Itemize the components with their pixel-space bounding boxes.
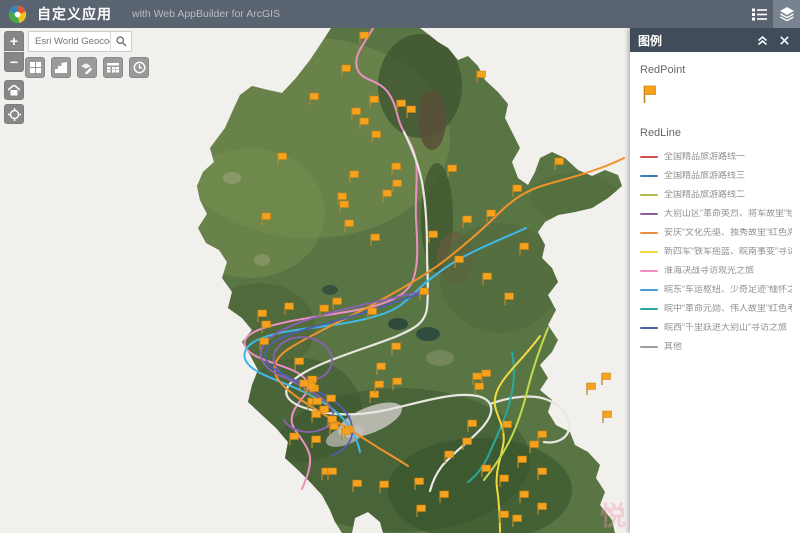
legend-line-swatch — [640, 308, 658, 310]
legend-line-swatch — [640, 289, 658, 291]
search-input[interactable] — [29, 32, 110, 51]
legend-title: 图例 — [638, 32, 662, 49]
legend-item: 安庆“文化先驱、独秀故里”红色溯源之旅 — [640, 228, 792, 237]
legend-panel-header: 图例 — [630, 28, 800, 52]
chart-button[interactable] — [51, 57, 71, 78]
redline-items: 全国精品旅游路线一全国精品旅游路线三全国精品旅游路线二大别山区“革命英烈、将军故… — [640, 152, 792, 351]
zoom-out-button[interactable]: − — [4, 52, 24, 72]
legend-item-label: 皖中“革命元勋、伟人故里”红色考察之旅 — [664, 304, 792, 313]
legend-item-label: 新四军“铁军摇篮、皖南事变”寻访探秘之旅 — [664, 247, 792, 256]
legend-item: 皖西“千里跃进大别山”寻访之旅 — [640, 323, 792, 332]
zoom-in-button[interactable]: + — [4, 31, 24, 51]
close-icon — [780, 36, 789, 45]
legend-panel: 图例 RedPoint RedLine 全国精品旅游路线一全国精品旅游路线三全国… — [630, 28, 800, 533]
legend-item-label: 大别山区“革命英烈、将军故里”缅怀之旅 — [664, 209, 792, 218]
collapse-icon — [757, 35, 768, 46]
legend-item: 大别山区“革命英烈、将军故里”缅怀之旅 — [640, 209, 792, 218]
app-title: 自定义应用 — [37, 4, 112, 24]
legend-item-label: 全国精品旅游路线一 — [664, 152, 745, 161]
close-panel-button[interactable] — [776, 32, 792, 48]
legend-item: 全国精品旅游路线二 — [640, 190, 792, 199]
legend-group-redpoint: RedPoint — [640, 64, 792, 76]
legend-item: 皖中“革命元勋、伟人故里”红色考察之旅 — [640, 304, 792, 313]
legend-body: RedPoint RedLine 全国精品旅游路线一全国精品旅游路线三全国精品旅… — [630, 52, 800, 351]
legend-item: 全国精品旅游路线三 — [640, 171, 792, 180]
layers-button[interactable] — [773, 0, 800, 28]
basemap-gallery-icon — [30, 62, 41, 73]
map-canvas[interactable]: 悦 + − — [0, 28, 630, 533]
app-header: 自定义应用 with Web AppBuilder for ArcGIS — [0, 0, 800, 28]
legend-line-swatch — [640, 251, 658, 253]
legend-list-icon — [752, 8, 767, 21]
legend-item-label: 全国精品旅游路线三 — [664, 171, 745, 180]
legend-line-swatch — [640, 232, 658, 234]
home-icon — [8, 85, 20, 96]
legend-item: 新四军“铁军摇篮、皖南事变”寻访探秘之旅 — [640, 247, 792, 256]
legend-group-redline: RedLine — [640, 127, 792, 139]
app-subtitle: with Web AppBuilder for ArcGIS — [132, 8, 280, 20]
locate-icon — [8, 108, 21, 121]
legend-line-swatch — [640, 346, 658, 348]
legend-line-swatch — [640, 213, 658, 215]
flag-marker[interactable] — [602, 373, 611, 385]
legend-line-swatch — [640, 327, 658, 329]
draw-button[interactable] — [77, 57, 97, 78]
attribute-table-button[interactable] — [103, 57, 123, 78]
legend-item: 其他 — [640, 342, 792, 351]
map-graphics — [0, 28, 630, 533]
legend-item-label: 皖西“千里跃进大别山”寻访之旅 — [664, 323, 787, 332]
legend-list-button[interactable] — [746, 0, 773, 28]
layers-icon — [780, 7, 794, 21]
app-window: 自定义应用 with Web AppBuilder for ArcGIS — [0, 0, 800, 533]
home-button[interactable] — [4, 80, 24, 100]
flag-marker[interactable] — [603, 411, 612, 423]
legend-line-swatch — [640, 156, 658, 158]
app-logo-icon — [8, 5, 27, 24]
video-watermark: 悦 — [600, 496, 626, 533]
orange-flag-icon — [643, 84, 658, 104]
collapse-panel-button[interactable] — [754, 32, 770, 48]
legend-item: 淮海决战寻访观光之旅 — [640, 266, 792, 275]
search-box — [28, 31, 132, 52]
legend-item-label: 安庆“文化先驱、独秀故里”红色溯源之旅 — [664, 228, 792, 237]
locate-button[interactable] — [4, 104, 24, 124]
attribute-table-icon — [107, 63, 119, 73]
draw-icon — [81, 62, 93, 74]
legend-item: 全国精品旅游路线一 — [640, 152, 792, 161]
chart-icon — [55, 62, 67, 73]
flag-marker[interactable] — [587, 383, 596, 395]
widget-toolbar — [25, 57, 149, 78]
search-icon — [116, 36, 127, 47]
basemap-gallery-button[interactable] — [25, 57, 45, 78]
legend-item-label: 皖东“车运枢纽、少奇足迹”缅怀之旅 — [664, 285, 792, 294]
search-button[interactable] — [110, 32, 131, 51]
legend-item: 皖东“车运枢纽、少奇足迹”缅怀之旅 — [640, 285, 792, 294]
time-slider-button[interactable] — [129, 57, 149, 78]
legend-line-swatch — [640, 194, 658, 196]
legend-line-swatch — [640, 175, 658, 177]
legend-item-label: 淮海决战寻访观光之旅 — [664, 266, 754, 275]
legend-item-label: 其他 — [664, 342, 682, 351]
time-slider-icon — [133, 61, 146, 74]
legend-item-label: 全国精品旅游路线二 — [664, 190, 745, 199]
legend-line-swatch — [640, 270, 658, 272]
